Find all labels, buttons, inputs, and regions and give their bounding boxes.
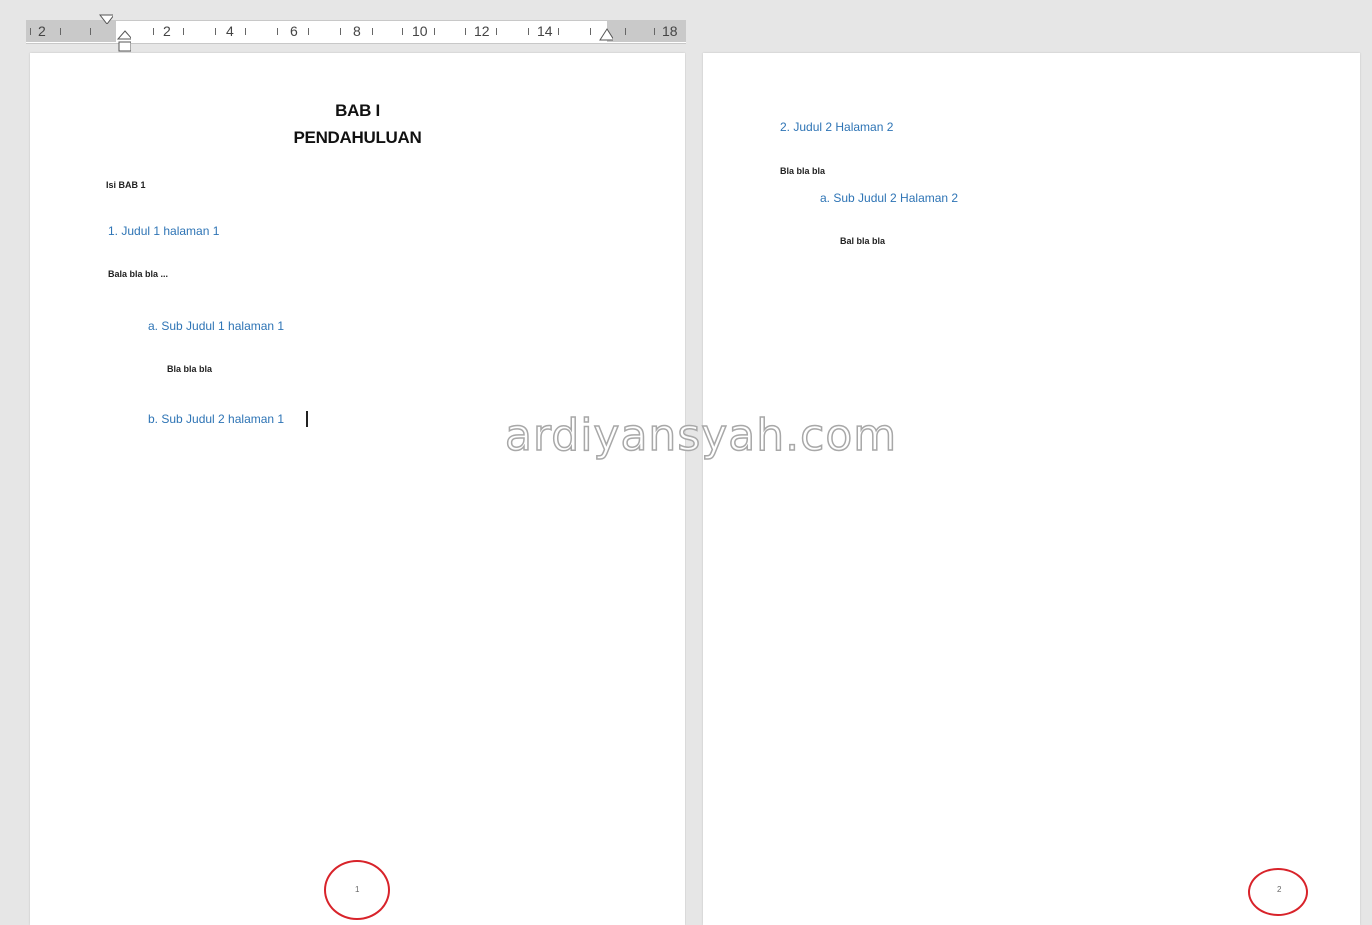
paragraph-text: Bala bla bla ... <box>108 269 169 279</box>
horizontal-ruler[interactable]: 2 2 4 6 8 10 12 14 18 <box>0 0 1372 52</box>
page-gap <box>686 44 702 925</box>
intro-text: Isi BAB 1 <box>106 180 146 190</box>
heading-2: 2. Judul 2 Halaman 2 <box>780 120 894 134</box>
ruler-number: 14 <box>537 23 553 39</box>
ruler-tick <box>245 28 246 35</box>
right-indent-icon[interactable] <box>599 28 613 42</box>
ruler-number: 10 <box>412 23 428 39</box>
ruler-number: 18 <box>662 23 678 39</box>
document-page-2[interactable]: 2. Judul 2 Halaman 2 Bla bla bla a. Sub … <box>703 53 1360 925</box>
ruler-tick <box>558 28 559 35</box>
paragraph-text: Bla bla bla <box>780 166 826 176</box>
ruler-tick <box>434 28 435 35</box>
ruler-number: 12 <box>474 23 490 39</box>
subheading-a-text: Bal bla bla <box>840 236 886 246</box>
ruler-tick <box>277 28 278 35</box>
annotation-circle <box>324 860 390 920</box>
heading-1: 1. Judul 1 halaman 1 <box>108 224 220 238</box>
ruler-number: 8 <box>353 23 361 39</box>
ruler-number: 2 <box>163 23 171 39</box>
subheading-b: b. Sub Judul 2 halaman 1 <box>148 412 285 426</box>
ruler-number: 2 <box>38 23 46 39</box>
ruler-tick <box>654 28 655 35</box>
ruler-tick <box>30 28 31 35</box>
subheading-a-text: Bla bla bla <box>167 364 213 374</box>
ruler-number: 4 <box>226 23 234 39</box>
ruler-tick <box>465 28 466 35</box>
watermark: ardiyansyah.com <box>504 409 898 462</box>
first-line-indent-icon[interactable] <box>99 14 113 24</box>
ruler-number: 6 <box>290 23 298 39</box>
subheading-a: a. Sub Judul 1 halaman 1 <box>148 319 285 333</box>
ruler-tick <box>340 28 341 35</box>
chapter-title: PENDAHULUAN <box>293 128 422 147</box>
ruler-tick <box>215 28 216 35</box>
ruler-tick <box>153 28 154 35</box>
chapter-number: BAB I <box>335 101 380 120</box>
annotation-circle <box>1248 868 1308 916</box>
ruler-tick <box>308 28 309 35</box>
ruler-tick <box>60 28 61 35</box>
ruler-tick <box>183 28 184 35</box>
left-canvas-strip <box>0 44 8 925</box>
ruler-tick <box>372 28 373 35</box>
document-page-1[interactable]: BAB I PENDAHULUAN Isi BAB 1 1. Judul 1 h… <box>30 53 685 925</box>
text-cursor <box>306 411 308 427</box>
ruler-tick <box>90 28 91 35</box>
subheading-a: a. Sub Judul 2 Halaman 2 <box>820 191 959 205</box>
ruler-tick <box>590 28 591 35</box>
ruler-tick <box>528 28 529 35</box>
ruler-tick <box>402 28 403 35</box>
hanging-indent-icon[interactable] <box>117 30 131 54</box>
ruler-tick <box>496 28 497 35</box>
ruler-tick <box>625 28 626 35</box>
